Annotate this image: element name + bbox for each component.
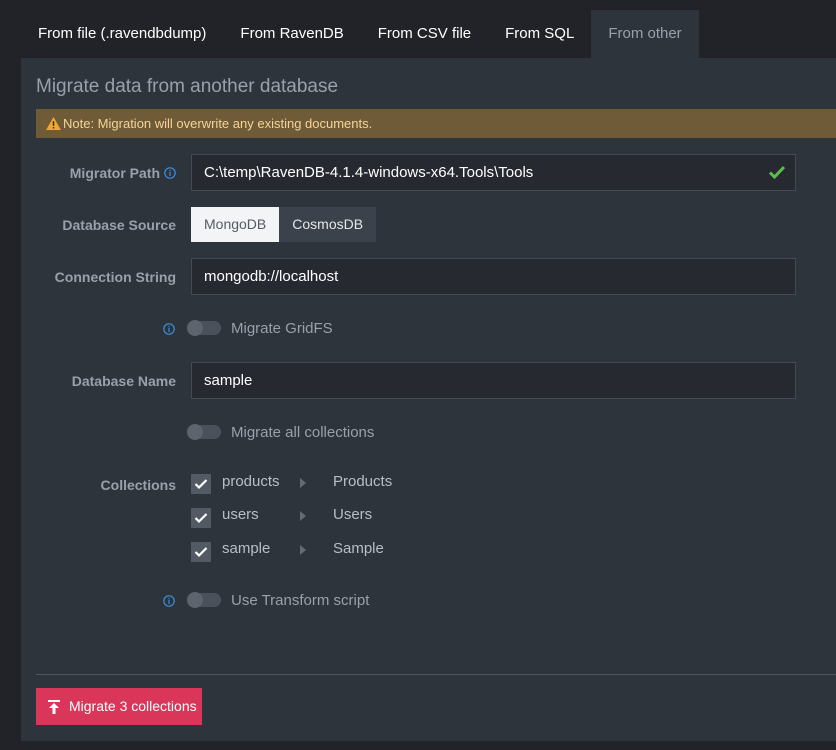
database-name-input[interactable]: sample — [191, 362, 796, 399]
connection-string-label: Connection String — [54, 269, 176, 285]
migrate-gridfs-toggle[interactable] — [187, 320, 221, 336]
toggle-knob — [187, 592, 203, 608]
migrator-path-label: Migrator Path — [21, 165, 176, 181]
mongodb-button[interactable]: MongoDB — [191, 207, 280, 242]
migrate-all-collections-toggle[interactable] — [187, 424, 221, 440]
connection-string-input[interactable]: mongodb://localhost — [191, 258, 796, 295]
info-circle-icon[interactable] — [163, 595, 175, 607]
migrate-button-label: Migrate 3 collections — [69, 698, 197, 714]
collection-checkbox-users[interactable] — [191, 508, 211, 528]
collection-source-name: sample — [222, 540, 271, 557]
migrator-path-input[interactable]: C:\temp\RavenDB-4.1.4-windows-x64.Tools\… — [191, 154, 796, 191]
collection-target-name: Products — [333, 473, 393, 490]
connection-string-value: mongodb://localhost — [204, 268, 339, 285]
tab-from-sql[interactable]: From SQL — [488, 10, 591, 58]
database-source-toggle: MongoDB CosmosDB — [191, 207, 377, 242]
transform-script-toggle[interactable] — [187, 592, 221, 608]
tab-from-ravendb[interactable]: From RavenDB — [223, 10, 360, 58]
collection-checkbox-products[interactable] — [191, 474, 211, 494]
cosmosdb-button[interactable]: CosmosDB — [279, 207, 377, 242]
warning-text: Note: Migration will overwrite any exist… — [63, 116, 373, 131]
checkmark-icon — [769, 165, 785, 179]
migrate-button[interactable]: Migrate 3 collections — [36, 688, 202, 725]
divider — [36, 674, 836, 675]
collection-source-name: products — [222, 473, 280, 490]
database-source-label: Database Source — [62, 217, 176, 233]
info-circle-icon[interactable] — [164, 167, 176, 179]
tab-bar: From file (.ravendbdump) From RavenDB Fr… — [21, 10, 699, 58]
collection-target-name: Sample — [333, 540, 384, 557]
migrate-gridfs-label: Migrate GridFS — [231, 320, 333, 337]
collection-target-name: Users — [333, 506, 373, 523]
transform-script-label: Use Transform script — [231, 592, 370, 609]
tab-from-other[interactable]: From other — [591, 10, 699, 58]
chevron-right-icon — [300, 545, 306, 555]
toggle-knob — [187, 320, 203, 336]
checkmark-icon — [194, 513, 208, 524]
chevron-right-icon — [300, 511, 306, 521]
migrator-path-value: C:\temp\RavenDB-4.1.4-windows-x64.Tools\… — [204, 164, 534, 181]
collection-checkbox-sample[interactable] — [191, 542, 211, 562]
database-name-label: Database Name — [71, 373, 176, 389]
warning-triangle-icon — [46, 117, 61, 130]
chevron-right-icon — [300, 478, 306, 488]
database-name-value: sample — [204, 372, 253, 389]
tab-from-csv[interactable]: From CSV file — [361, 10, 488, 58]
tab-from-file[interactable]: From file (.ravendbdump) — [21, 10, 223, 58]
upload-icon — [48, 700, 60, 714]
collection-source-name: users — [222, 506, 259, 523]
migrator-path-label-text: Migrator Path — [69, 165, 160, 181]
collections-label: Collections — [100, 477, 176, 493]
migrate-all-collections-label: Migrate all collections — [231, 424, 375, 441]
warning-banner: Note: Migration will overwrite any exist… — [36, 109, 836, 138]
checkmark-icon — [194, 479, 208, 490]
checkmark-icon — [194, 547, 208, 558]
info-circle-icon[interactable] — [163, 323, 175, 335]
migration-panel: Migrate data from another database Note:… — [21, 58, 836, 741]
page-title: Migrate data from another database — [36, 76, 339, 97]
toggle-knob — [187, 424, 203, 440]
